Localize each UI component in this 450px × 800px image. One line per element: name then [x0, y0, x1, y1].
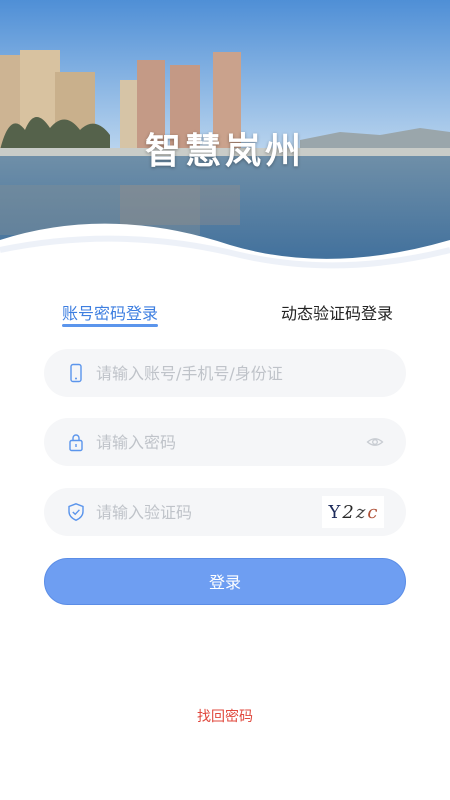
tab-sms-login[interactable]: 动态验证码登录: [281, 300, 393, 324]
captcha-char: c: [367, 501, 378, 523]
shield-icon: [68, 503, 84, 522]
hero-banner: 智慧岚州: [0, 0, 450, 285]
forgot-password-row: 找回密码: [0, 706, 450, 726]
captcha-image[interactable]: Y 2 z c: [322, 496, 384, 528]
login-button[interactable]: 登录: [44, 558, 406, 605]
password-input[interactable]: [96, 418, 326, 466]
password-field: [44, 418, 406, 466]
captcha-input[interactable]: [96, 488, 326, 536]
captcha-char: z: [355, 501, 366, 523]
tab-password-login-label: 账号密码登录: [62, 304, 159, 323]
tab-sms-login-label: 动态验证码登录: [280, 304, 393, 323]
captcha-field: Y 2 z c: [44, 488, 406, 536]
account-input[interactable]: [96, 349, 326, 397]
lock-icon: [69, 434, 83, 452]
eye-icon[interactable]: [366, 433, 384, 451]
login-tabs: 账号密码登录 动态验证码登录: [0, 300, 450, 340]
forgot-password-link[interactable]: 找回密码: [197, 709, 253, 725]
active-tab-underline: [62, 324, 159, 327]
phone-icon: [70, 363, 82, 383]
captcha-char: 2: [342, 501, 354, 523]
account-field: [44, 349, 406, 397]
captcha-char: Y: [328, 501, 341, 523]
app-title: 智慧岚州: [144, 131, 305, 172]
tab-password-login[interactable]: 账号密码登录: [62, 300, 159, 327]
